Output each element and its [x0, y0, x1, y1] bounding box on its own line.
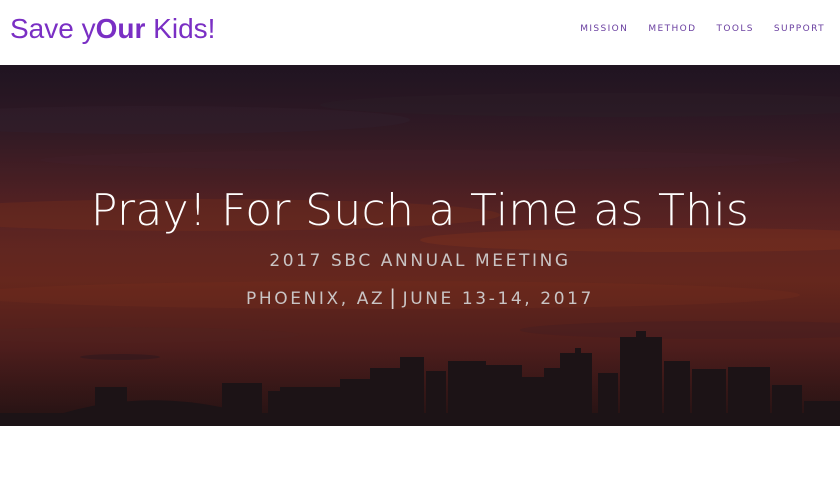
nav-link-tools[interactable]: TOOLS — [716, 23, 753, 35]
main-nav: MISSION METHOD TOOLS SUPPORT — [580, 23, 825, 35]
logo-text-prefix: Save y — [10, 13, 96, 44]
logo-text-bold: Our — [95, 13, 146, 44]
nav-link-support[interactable]: SUPPORT — [774, 23, 825, 35]
nav-link-mission[interactable]: MISSION — [580, 23, 628, 35]
site-logo[interactable]: Save yOur Kids! — [10, 12, 215, 46]
phoenix-skyline-sunset-image — [0, 65, 840, 426]
nav-link-method[interactable]: METHOD — [648, 23, 696, 35]
hero-location-separator: | — [389, 285, 399, 309]
hero-title: Pray! For Such a Time as This — [90, 185, 750, 236]
hero-banner: Pray! For Such a Time as This 2017 SBC A… — [0, 65, 840, 426]
hero-location-city: PHOENIX, AZ — [246, 289, 386, 309]
hero-location: PHOENIX, AZ | JUNE 13-14, 2017 — [0, 285, 840, 311]
site-header: Save yOur Kids! MISSION METHOD TOOLS SUP… — [0, 0, 840, 65]
hero-location-dates: JUNE 13-14, 2017 — [402, 289, 594, 309]
logo-text-suffix: Kids! — [145, 13, 216, 44]
hero-subtitle: 2017 SBC ANNUAL MEETING — [269, 251, 571, 271]
